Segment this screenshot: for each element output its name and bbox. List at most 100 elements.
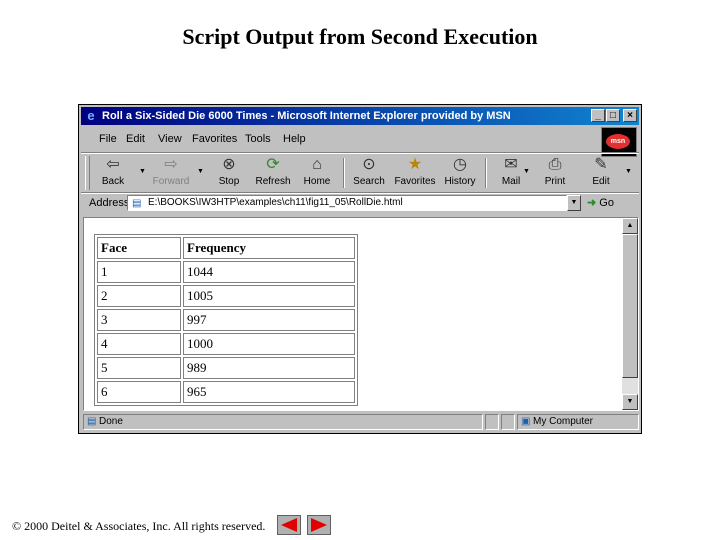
toolbar-grip[interactable] xyxy=(85,156,90,190)
menu-favorites[interactable]: Favorites xyxy=(192,133,237,145)
computer-icon: ▣ xyxy=(521,416,531,427)
left-arrow-icon xyxy=(281,518,297,532)
address-label: Address xyxy=(89,197,130,209)
home-label: Home xyxy=(303,176,331,187)
back-label: Back xyxy=(101,176,125,187)
face-cell: 1 xyxy=(97,261,181,283)
frequency-cell: 965 xyxy=(183,381,355,403)
previous-slide-button[interactable] xyxy=(277,515,301,535)
history-label: History xyxy=(444,176,476,187)
address-value: E:\BOOKS\IW3HTP\examples\ch11\fig11_05\R… xyxy=(148,197,403,208)
frequency-cell: 997 xyxy=(183,309,355,331)
face-cell: 4 xyxy=(97,333,181,355)
toolbar-divider xyxy=(485,158,487,188)
status-bar: ▤ Done ▣ My Computer xyxy=(81,413,639,431)
frequency-cell: 989 xyxy=(183,357,355,379)
page-icon: ▤ xyxy=(132,198,142,209)
page-content: Face Frequency 1 1044 2 1005 3 997 4 100… xyxy=(83,217,639,411)
title-bar[interactable]: e Roll a Six-Sided Die 6000 Times - Micr… xyxy=(81,107,639,125)
menu-tools[interactable]: Tools xyxy=(245,133,271,145)
table-row: 4 1000 xyxy=(97,333,355,355)
favorites-icon: ★ xyxy=(407,156,423,173)
header-face: Face xyxy=(97,237,181,259)
edit-icon: ✎ xyxy=(594,156,608,173)
forward-dropdown-icon[interactable]: ▼ xyxy=(197,168,204,175)
search-button[interactable]: ⊙ Search xyxy=(347,154,391,192)
forward-label: Forward xyxy=(152,176,190,187)
forward-button[interactable]: ⇨ Forward xyxy=(149,154,193,192)
slide-title: Script Output from Second Execution xyxy=(182,24,538,49)
history-button[interactable]: ◷ History xyxy=(438,154,482,192)
minimize-button[interactable]: _ xyxy=(591,109,605,122)
print-icon: ⎙ xyxy=(548,156,562,173)
table-row: 3 997 xyxy=(97,309,355,331)
favorites-label: Favorites xyxy=(394,176,436,187)
right-arrow-icon xyxy=(311,518,327,532)
next-slide-button[interactable] xyxy=(307,515,331,535)
toolbar-divider xyxy=(343,158,345,188)
vertical-scrollbar[interactable]: ▲ ▼ xyxy=(622,218,638,410)
address-dropdown-icon[interactable]: ▼ xyxy=(567,195,581,211)
table-row: 5 989 xyxy=(97,357,355,379)
table-row: 6 965 xyxy=(97,381,355,403)
home-button[interactable]: ⌂ Home xyxy=(295,154,339,192)
go-button[interactable]: ➜ Go xyxy=(587,196,614,209)
internet-explorer-icon[interactable]: e xyxy=(84,109,98,123)
status-pane xyxy=(485,414,499,430)
close-button[interactable]: × xyxy=(623,109,637,122)
scroll-thumb[interactable] xyxy=(622,234,638,378)
refresh-button[interactable]: ⟳ Refresh xyxy=(251,154,295,192)
stop-button[interactable]: ⊗ Stop xyxy=(207,154,251,192)
stop-icon: ⊗ xyxy=(222,156,236,173)
print-label: Print xyxy=(544,176,566,187)
scroll-up-icon[interactable]: ▲ xyxy=(622,218,638,234)
edit-dropdown-icon[interactable]: ▼ xyxy=(625,168,632,175)
edit-button[interactable]: ✎ Edit xyxy=(579,154,623,192)
copyright-footer: © 2000 Deitel & Associates, Inc. All rig… xyxy=(12,519,266,533)
history-icon: ◷ xyxy=(453,156,467,173)
address-input[interactable]: ▤ E:\BOOKS\IW3HTP\examples\ch11\fig11_05… xyxy=(127,195,567,211)
status-zone-pane: ▣ My Computer xyxy=(517,414,639,430)
window-title: Roll a Six-Sided Die 6000 Times - Micros… xyxy=(102,110,511,122)
mail-dropdown-icon[interactable]: ▼ xyxy=(523,168,530,175)
edit-label: Edit xyxy=(592,176,610,187)
status-main-pane: ▤ Done xyxy=(83,414,483,430)
scroll-down-icon[interactable]: ▼ xyxy=(622,394,638,410)
back-dropdown-icon[interactable]: ▼ xyxy=(139,168,146,175)
go-label: Go xyxy=(599,197,614,209)
frequency-cell: 1000 xyxy=(183,333,355,355)
search-icon: ⊙ xyxy=(362,156,376,173)
mail-label: Mail xyxy=(501,176,521,187)
header-frequency: Frequency xyxy=(183,237,355,259)
refresh-label: Refresh xyxy=(255,176,291,187)
face-cell: 5 xyxy=(97,357,181,379)
status-pane xyxy=(501,414,515,430)
menu-view[interactable]: View xyxy=(158,133,182,145)
face-cell: 3 xyxy=(97,309,181,331)
status-text: Done xyxy=(99,416,123,427)
frequency-cell: 1005 xyxy=(183,285,355,307)
face-cell: 6 xyxy=(97,381,181,403)
page-done-icon: ▤ xyxy=(87,416,97,427)
back-button[interactable]: ⇦ Back xyxy=(91,154,135,192)
face-cell: 2 xyxy=(97,285,181,307)
address-bar: Address ▤ E:\BOOKS\IW3HTP\examples\ch11\… xyxy=(81,194,639,214)
table-row: 1 1044 xyxy=(97,261,355,283)
favorites-button[interactable]: ★ Favorites xyxy=(393,154,437,192)
frequency-cell: 1044 xyxy=(183,261,355,283)
back-arrow-icon: ⇦ xyxy=(106,156,120,173)
stop-label: Stop xyxy=(218,176,240,187)
print-button[interactable]: ⎙ Print xyxy=(533,154,577,192)
browser-window: e Roll a Six-Sided Die 6000 Times - Micr… xyxy=(78,104,642,434)
menu-edit[interactable]: Edit xyxy=(126,133,145,145)
menu-help[interactable]: Help xyxy=(283,133,306,145)
search-label: Search xyxy=(353,176,385,187)
forward-arrow-icon: ⇨ xyxy=(164,156,178,173)
table-header-row: Face Frequency xyxy=(97,237,355,259)
table-row: 2 1005 xyxy=(97,285,355,307)
refresh-icon: ⟳ xyxy=(266,156,280,173)
menu-file[interactable]: File xyxy=(99,133,117,145)
go-arrow-icon: ➜ xyxy=(587,197,597,209)
maximize-button[interactable]: □ xyxy=(606,109,620,122)
home-icon: ⌂ xyxy=(312,156,322,173)
